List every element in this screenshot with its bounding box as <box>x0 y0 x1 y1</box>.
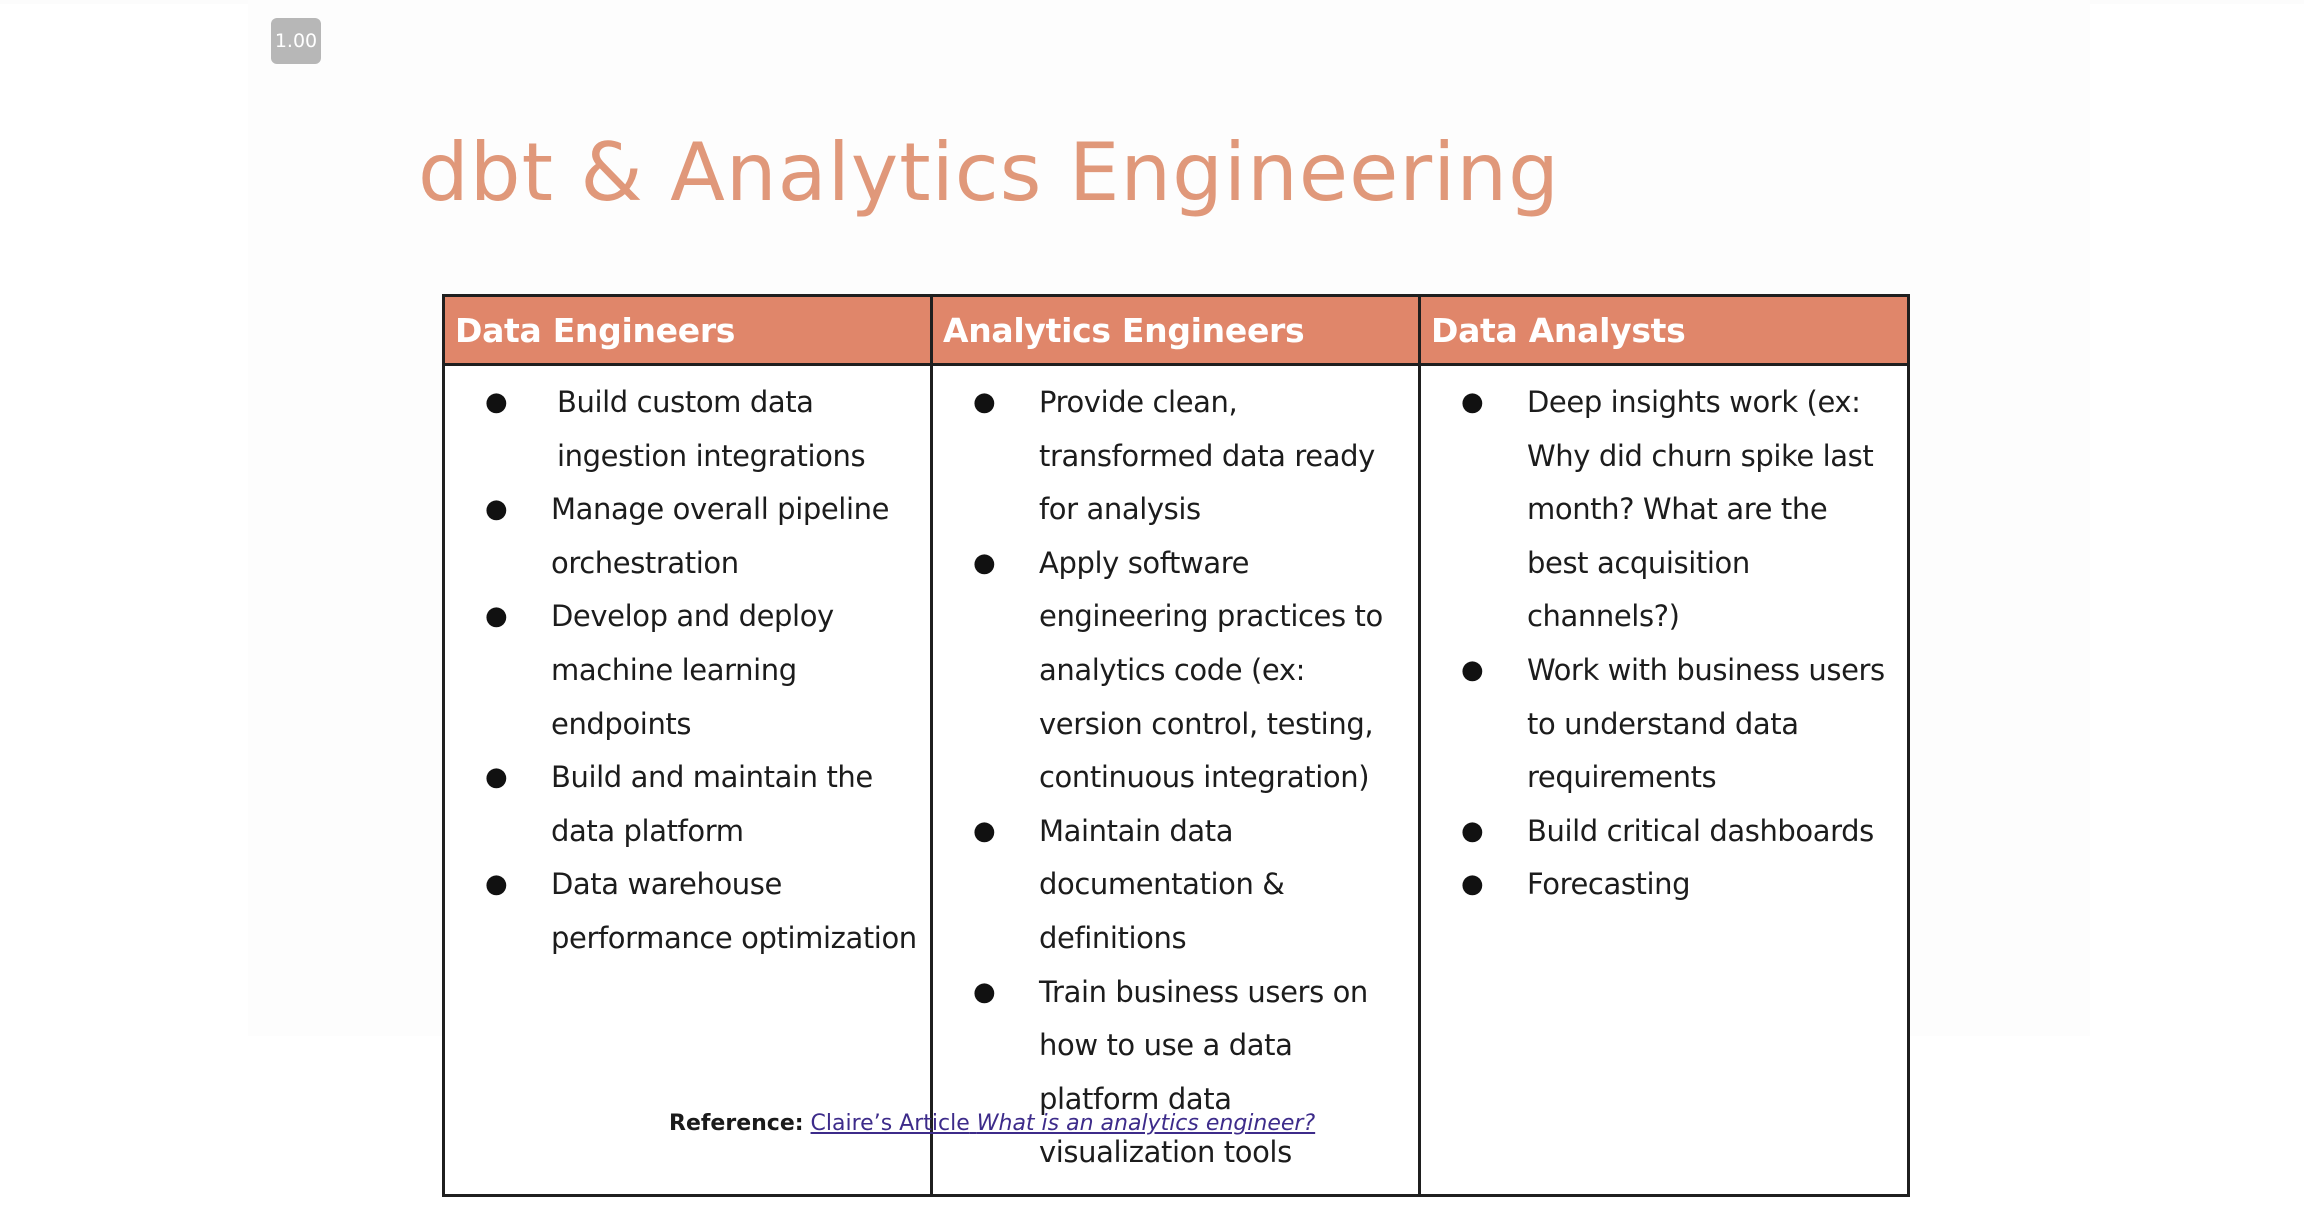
list-item-text: Build critical dashboards <box>1527 813 1874 848</box>
reference-line: Reference: Claire’s Article What is an a… <box>669 1108 1315 1140</box>
table-header-row: Data Engineers Analytics Engineers Data … <box>442 294 1910 366</box>
bullet-icon: ● <box>973 387 996 417</box>
list-item-text: Apply software engineering practices to … <box>1039 545 1383 795</box>
list-item: ● Develop and deploy machine learning end… <box>463 590 918 751</box>
list-item: ● Work with business users to understand … <box>1439 644 1895 805</box>
column-header-analytics-engineers: Analytics Engineers <box>930 294 1421 366</box>
bullet-icon: ● <box>973 815 996 846</box>
analytics-engineers-list: ● Provide clean, transformed data ready f… <box>951 376 1406 1180</box>
column-header-data-analysts: Data Analysts <box>1418 294 1910 366</box>
zoom-level-badge[interactable]: 1.00 <box>271 18 321 64</box>
list-item: ● Build custom data ingestion integration… <box>463 376 918 483</box>
list-item: ● Build and maintain the data platform <box>463 751 918 858</box>
list-item-text: Develop and deploy machine learning endp… <box>551 599 834 741</box>
list-item: ● Deep insights work (ex: Why did churn s… <box>1439 376 1895 644</box>
column-header-data-engineers: Data Engineers <box>442 294 933 366</box>
list-item-text: Manage overall pipeline orchestration <box>551 492 890 580</box>
bullet-icon: ● <box>1461 387 1484 417</box>
list-item: ● Provide clean, transformed data ready f… <box>951 376 1406 537</box>
cell-analytics-engineers: ● Provide clean, transformed data ready f… <box>930 363 1421 1197</box>
list-item: ● Maintain data documentation & definitio… <box>951 805 1406 966</box>
bullet-icon: ● <box>485 601 508 632</box>
list-item-text: Build custom data ingestion integrations <box>557 385 866 473</box>
cell-data-analysts: ● Deep insights work (ex: Why did churn s… <box>1418 363 1910 1197</box>
cell-data-engineers: ● Build custom data ingestion integration… <box>442 363 933 1197</box>
list-item: ● Forecasting <box>1439 858 1895 912</box>
list-item-text: Provide clean, transformed data ready fo… <box>1039 385 1375 527</box>
bullet-icon: ● <box>1461 654 1484 685</box>
reference-link-prefix: Claire’s Article <box>810 1111 970 1136</box>
list-item: ● Apply software engineering practices to… <box>951 537 1406 805</box>
bullet-icon: ● <box>973 976 996 1007</box>
bullet-icon: ● <box>485 762 508 793</box>
list-item-text: Train business users on how to use a dat… <box>1039 974 1368 1170</box>
bullet-icon: ● <box>1461 869 1484 900</box>
slide-title: dbt & Analytics Engineering <box>418 126 1560 219</box>
bullet-icon: ● <box>1461 815 1484 846</box>
list-item: ● Manage overall pipeline orchestration <box>463 483 918 590</box>
list-item: ● Data warehouse performance optimization <box>463 858 918 965</box>
list-item: ● Train business users on how to use a da… <box>951 966 1406 1180</box>
reference-article-link[interactable]: Claire’s Article What is an analytics en… <box>811 1111 1316 1136</box>
list-item-text: Forecasting <box>1527 867 1691 902</box>
list-item-text: Work with business users to understand d… <box>1527 652 1885 795</box>
table-body-row: ● Build custom data ingestion integration… <box>442 363 1910 1197</box>
bullet-icon: ● <box>485 494 508 525</box>
reference-link-title: What is an analytics engineer? <box>976 1111 1316 1136</box>
bullet-icon: ● <box>973 547 996 578</box>
list-item-text: Data warehouse performance optimization <box>551 867 917 955</box>
roles-comparison-table: Data Engineers Analytics Engineers Data … <box>442 294 1910 1197</box>
bullet-icon: ● <box>485 869 508 900</box>
list-item-text: Maintain data documentation & definition… <box>1039 813 1285 955</box>
list-item-text: Deep insights work (ex: Why did churn sp… <box>1527 385 1874 634</box>
data-analysts-list: ● Deep insights work (ex: Why did churn s… <box>1439 376 1895 912</box>
list-item-text: Build and maintain the data platform <box>551 760 873 848</box>
reference-label: Reference: <box>669 1111 804 1136</box>
data-engineers-list: ● Build custom data ingestion integration… <box>463 376 918 966</box>
bullet-icon: ● <box>485 387 508 417</box>
list-item: ● Build critical dashboards <box>1439 805 1895 859</box>
